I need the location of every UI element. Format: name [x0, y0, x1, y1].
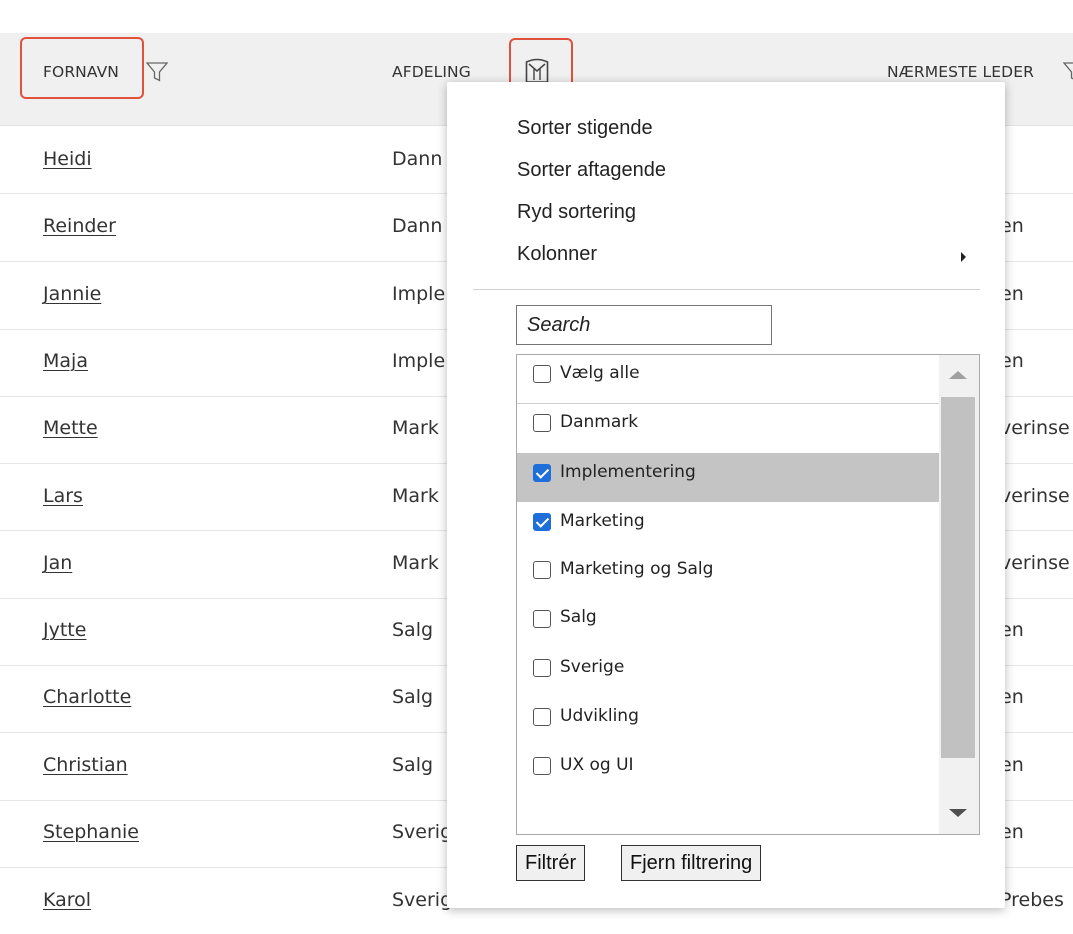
department-cell: Salg [392, 686, 434, 708]
department-cell: Imple [392, 350, 446, 372]
filter-option[interactable]: Marketing og Salg [517, 551, 939, 600]
menu-item-sort-ascending[interactable]: Sorter stigende [517, 117, 653, 140]
filter-icon[interactable] [146, 62, 168, 82]
filter-search-input[interactable] [516, 305, 772, 345]
menu-item-clear-sort[interactable]: Ryd sortering [517, 201, 636, 224]
filter-option[interactable]: Salg [517, 600, 939, 649]
employee-first-name-link[interactable]: Christian [43, 754, 128, 776]
employee-first-name-link[interactable]: Jannie [43, 283, 101, 305]
department-cell: Mark [392, 417, 439, 439]
filter-option[interactable]: UX og UI [517, 747, 939, 796]
column-filter-menu: Sorter stigende Sorter aftagende Ryd sor… [447, 82, 1005, 908]
employee-first-name-link[interactable]: Jan [43, 552, 72, 574]
employee-first-name-link[interactable]: Charlotte [43, 686, 131, 708]
option-checkbox[interactable] [533, 757, 551, 775]
option-label: Marketing [560, 511, 645, 531]
manager-cell: verinse [1000, 485, 1070, 507]
apply-filter-button[interactable]: Filtrér [516, 845, 586, 881]
scrollbar-thumb[interactable] [941, 397, 975, 758]
filter-option[interactable]: Danmark [517, 404, 939, 453]
employee-first-name-link[interactable]: Heidi [43, 148, 92, 170]
option-select-all[interactable]: Vælg alle [517, 355, 939, 404]
manager-cell: verinse [1000, 417, 1070, 439]
employee-first-name-link[interactable]: Jytte [43, 619, 86, 641]
filter-icon[interactable] [1063, 62, 1073, 82]
filter-option[interactable]: Sverige [517, 649, 939, 698]
employee-first-name-link[interactable]: Mette [43, 417, 98, 439]
department-cell: Sverig [392, 889, 453, 911]
employee-first-name-link[interactable]: Lars [43, 485, 83, 507]
manager-cell: verinse [1000, 552, 1070, 574]
employee-first-name-link[interactable]: Maja [43, 350, 88, 372]
filter-option[interactable]: Implementering [517, 453, 939, 502]
option-checkbox[interactable] [533, 561, 551, 579]
first-name-header-highlight [20, 37, 144, 99]
option-label: Vælg alle [560, 363, 640, 383]
option-label: Marketing og Salg [560, 559, 714, 579]
filter-option[interactable]: Udvikling [517, 698, 939, 747]
scroll-up-arrow-icon[interactable] [949, 371, 967, 379]
submenu-arrow-icon [961, 252, 966, 262]
employee-first-name-link[interactable]: Karol [43, 889, 91, 911]
option-label: Udvikling [560, 706, 639, 726]
department-cell: Mark [392, 485, 439, 507]
option-label: Danmark [560, 412, 639, 432]
department-cell: Salg [392, 754, 434, 776]
department-cell: Imple [392, 283, 446, 305]
employee-first-name-link[interactable]: Reinder [43, 215, 116, 237]
option-checkbox[interactable] [533, 513, 551, 531]
option-checkbox[interactable] [533, 708, 551, 726]
employee-first-name-link[interactable]: Stephanie [43, 821, 139, 843]
menu-divider [473, 289, 980, 290]
scroll-down-arrow-icon[interactable] [949, 809, 967, 817]
option-label: UX og UI [560, 755, 634, 775]
column-header-department[interactable]: AFDELING [392, 63, 471, 81]
option-label: Sverige [560, 657, 625, 677]
department-cell: Dann [392, 148, 443, 170]
option-checkbox[interactable] [533, 464, 551, 482]
menu-item-sort-descending[interactable]: Sorter aftagende [517, 159, 666, 182]
manager-cell: Prebes [1000, 889, 1064, 911]
list-scrollbar[interactable] [939, 355, 979, 834]
filter-options-list[interactable]: Vælg alle Danmark Implementering Marketi… [516, 354, 980, 835]
department-cell: Sverig [392, 821, 453, 843]
option-checkbox[interactable] [533, 659, 551, 677]
column-header-manager[interactable]: NÆRMESTE LEDER [887, 63, 1034, 81]
filter-option[interactable]: Marketing [517, 502, 939, 551]
clear-filter-button[interactable]: Fjern filtrering [621, 845, 762, 881]
department-cell: Salg [392, 619, 434, 641]
option-checkbox[interactable] [533, 414, 551, 432]
option-label: Implementering [560, 462, 696, 482]
department-cell: Mark [392, 552, 439, 574]
option-checkbox[interactable] [533, 610, 551, 628]
option-label: Salg [560, 607, 597, 627]
menu-item-columns[interactable]: Kolonner [517, 243, 597, 266]
department-cell: Dann [392, 215, 443, 237]
select-all-checkbox[interactable] [533, 365, 551, 383]
